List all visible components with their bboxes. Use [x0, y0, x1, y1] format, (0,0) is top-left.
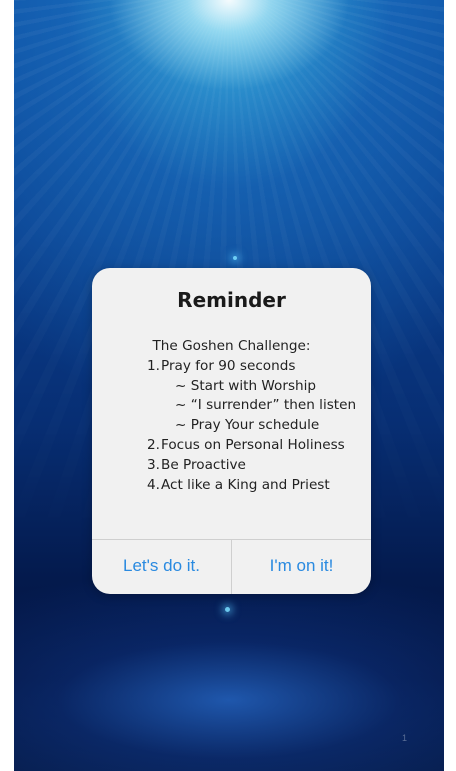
dialog-title: Reminder — [177, 288, 286, 312]
step-subitem: ~ Pray Your schedule — [175, 417, 320, 434]
step-number: 2. — [147, 436, 160, 453]
lets-do-it-button[interactable]: Let's do it. — [92, 540, 231, 594]
step-item: 2. Focus on Personal Holiness — [147, 436, 371, 456]
step-number: 3. — [147, 456, 160, 473]
lens-flare-dot — [233, 256, 237, 260]
step-text: Pray for 90 seconds — [161, 357, 296, 374]
challenge-heading: The Goshen Challenge: — [152, 338, 311, 354]
page-number: 1 — [402, 733, 408, 743]
step-number: 4. — [147, 476, 160, 493]
challenge-steps: 1. Pray for 90 seconds ~ Start with Wors… — [92, 357, 371, 496]
step-text: Be Proactive — [161, 456, 246, 473]
step-number: 1. — [147, 357, 160, 374]
im-on-it-button[interactable]: I'm on it! — [231, 540, 371, 594]
step-text: Focus on Personal Holiness — [161, 436, 345, 453]
step-item: 4. Act like a King and Priest — [147, 476, 371, 496]
lens-flare-dot — [225, 607, 230, 612]
step-text: Act like a King and Priest — [161, 476, 330, 493]
background-stage-light: Reminder The Goshen Challenge: 1. Pray f… — [14, 0, 444, 771]
step-subitems: ~ Start with Worship ~ “I surrender” the… — [161, 377, 371, 436]
dialog-actions: Let's do it. I'm on it! — [92, 539, 371, 594]
dialog-message: The Goshen Challenge: 1. Pray for 90 sec… — [92, 337, 371, 495]
step-subitem: ~ “I surrender” then listen — [175, 397, 357, 414]
step-item: 1. Pray for 90 seconds ~ Start with Wors… — [147, 357, 371, 436]
step-subitem: ~ Start with Worship — [175, 377, 317, 394]
reminder-dialog: Reminder The Goshen Challenge: 1. Pray f… — [92, 268, 371, 594]
step-item: 3. Be Proactive — [147, 456, 371, 476]
